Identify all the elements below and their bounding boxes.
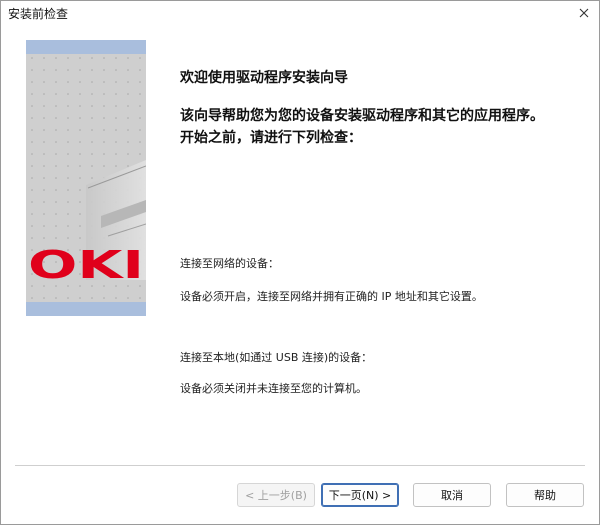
cancel-button[interactable]: 取消 [413, 483, 491, 507]
description-heading: 该向导帮助您为您的设备安装驱动程序和其它的应用程序。 开始之前，请进行下列检查： [180, 105, 544, 149]
oki-logo: OKI [28, 243, 144, 287]
printer-illustration: OKI [26, 40, 146, 316]
close-button[interactable] [573, 3, 595, 23]
next-button[interactable]: 下一页(N) > [321, 483, 399, 507]
back-button[interactable]: < 上一步(B) [237, 483, 315, 507]
network-device-title: 连接至网络的设备： [180, 257, 279, 270]
title-bar: 安装前检查 [1, 1, 599, 25]
side-banner-image: OKI [26, 40, 146, 316]
description-line-1: 该向导帮助您为您的设备安装驱动程序和其它的应用程序。 [180, 108, 544, 124]
help-button[interactable]: 帮助 [506, 483, 584, 507]
installer-window: 安装前检查 OKI 欢迎使用驱动程序安装向导 该向导帮助您为您的设备安装驱动程序… [0, 0, 600, 525]
window-title: 安装前检查 [8, 7, 69, 21]
banner-top-band [26, 40, 146, 54]
network-device-desc: 设备必须开启，连接至网络并拥有正确的 IP 地址和其它设置。 [180, 290, 483, 303]
description-line-2: 开始之前，请进行下列检查： [180, 130, 362, 146]
banner-bottom-band [26, 302, 146, 316]
footer-divider [15, 465, 585, 466]
usb-device-desc: 设备必须关闭并未连接至您的计算机。 [180, 382, 367, 395]
close-icon [579, 8, 589, 18]
welcome-heading: 欢迎使用驱动程序安装向导 [180, 70, 348, 86]
usb-device-title: 连接至本地(如通过 USB 连接)的设备： [180, 351, 373, 364]
